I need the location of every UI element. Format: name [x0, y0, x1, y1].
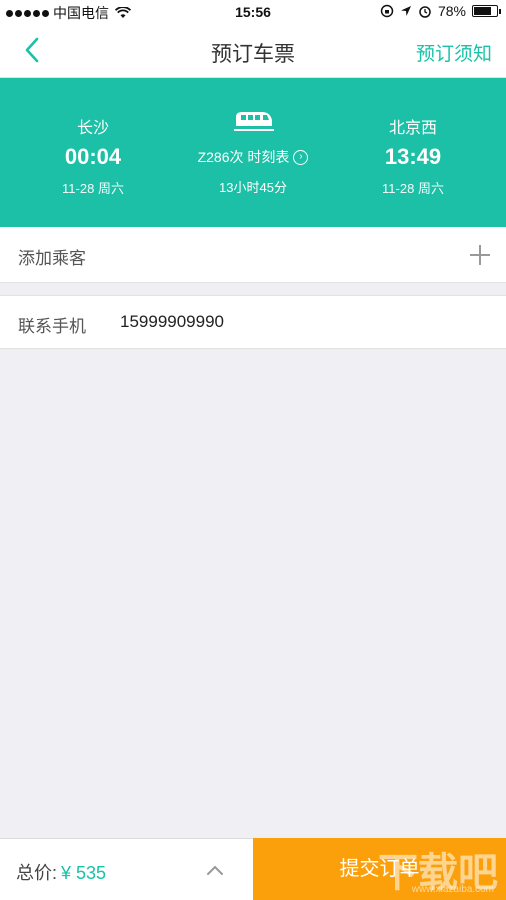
submit-order-button[interactable]: 提交订单: [253, 838, 506, 900]
status-right: 78%: [380, 3, 501, 19]
trip-banner: 长沙 00:04 11-28 周六 Z286次 时刻表 › 13小时45分 北京…: [0, 78, 506, 227]
chevron-up-icon[interactable]: [205, 863, 225, 877]
add-passenger-row[interactable]: 添加乘客: [0, 227, 506, 283]
battery-percent: 78%: [437, 3, 466, 19]
contact-phone-row: 联系手机: [0, 295, 506, 349]
bottom-bar: 总价: ¥ 535 提交订单: [0, 838, 506, 900]
alarm-icon: [419, 6, 431, 18]
total-label: 总价:: [16, 863, 58, 883]
location-icon: [400, 6, 411, 16]
arrival-time: 13:49: [384, 144, 442, 169]
train-icon: [234, 112, 274, 131]
status-bar: 中国电信 15:56 78%: [0, 0, 506, 24]
contact-phone-input[interactable]: [120, 312, 420, 332]
rotation-lock-icon: [380, 4, 394, 18]
arrival-station: 北京西: [388, 120, 437, 137]
plus-icon[interactable]: [470, 245, 490, 265]
add-passenger-label: 添加乘客: [18, 249, 86, 268]
contact-phone-label: 联系手机: [18, 317, 86, 336]
train-number-label: Z286次 时刻表: [197, 149, 290, 165]
booking-notice-link[interactable]: 预订须知: [416, 39, 492, 66]
total-price: 总价: ¥ 535: [16, 859, 106, 885]
arrival-date: 11-28 周六: [382, 181, 444, 196]
battery-icon: [472, 5, 501, 17]
nav-bar: 预订车票 预订须知: [0, 24, 506, 78]
price-value: ¥ 535: [61, 863, 107, 883]
arrival-info: 北京西 13:49 11-28 周六: [368, 114, 458, 197]
chevron-right-circle-icon: ›: [293, 149, 309, 165]
